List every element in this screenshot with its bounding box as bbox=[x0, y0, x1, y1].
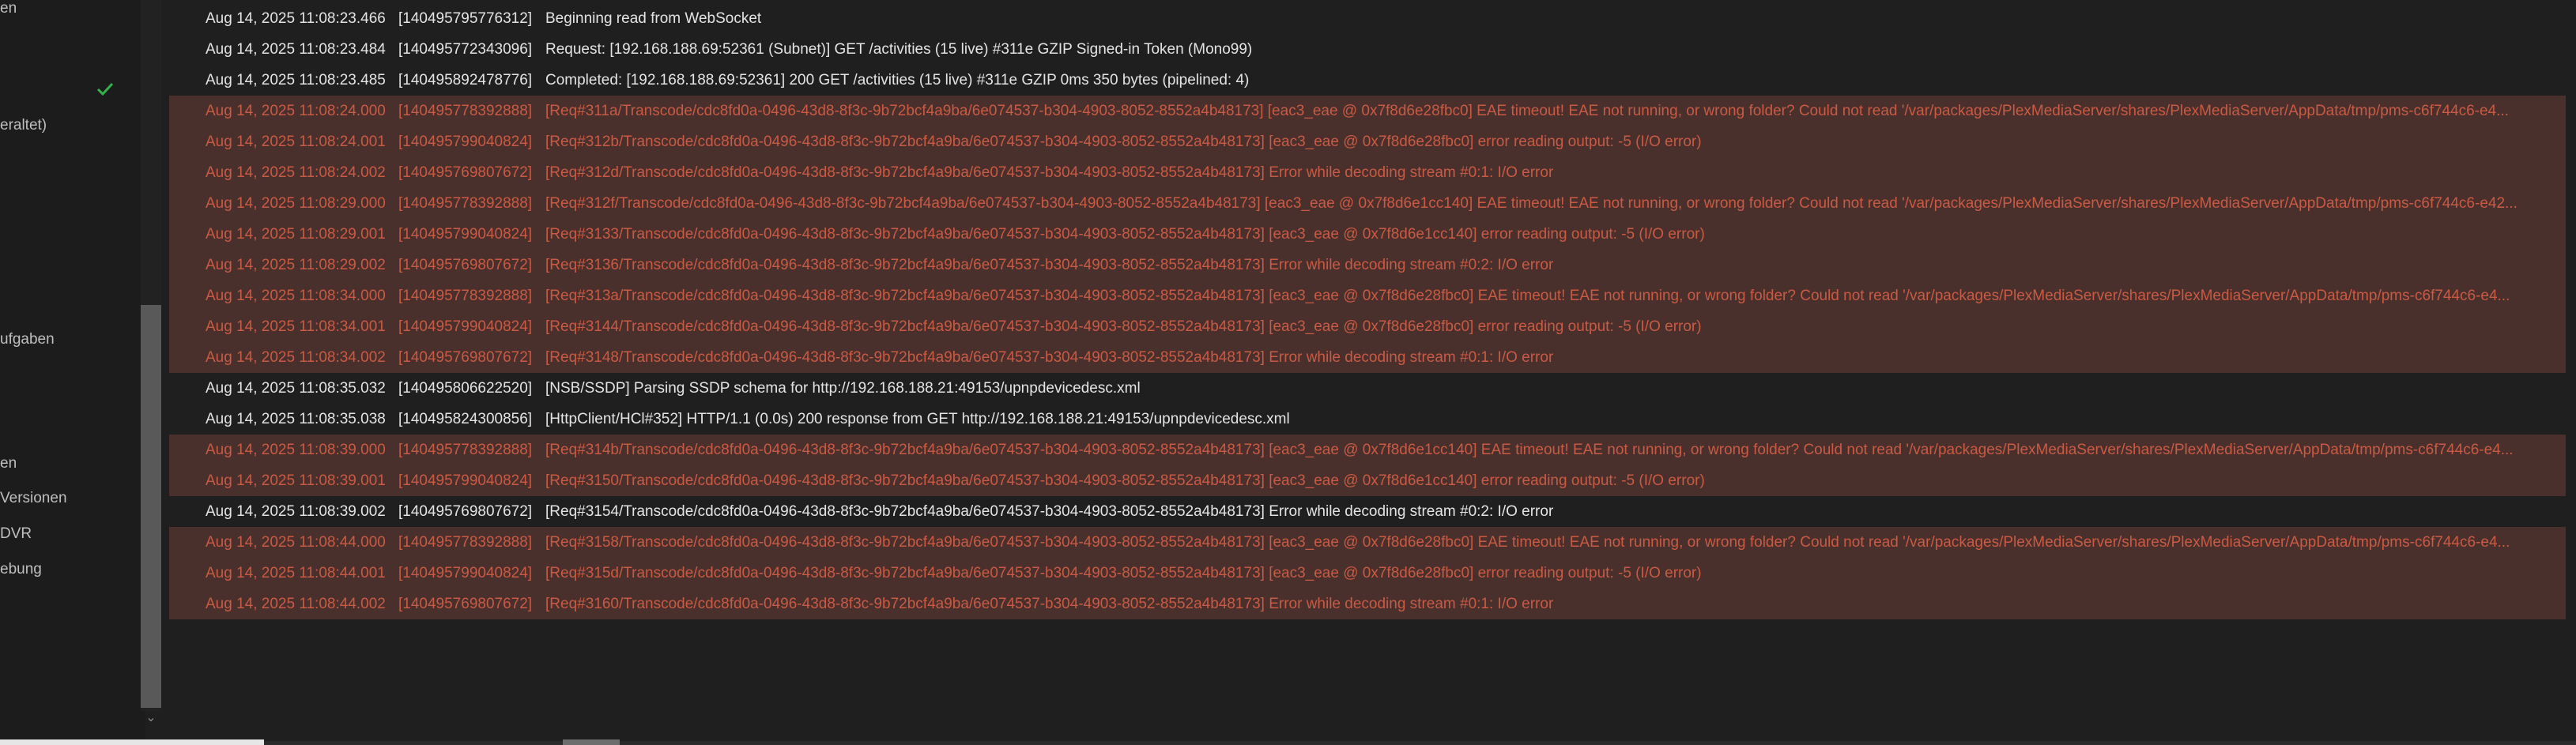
log-timestamp: Aug 14, 2025 11:08:39.000 bbox=[206, 442, 386, 458]
sidebar-item-4[interactable]: en bbox=[0, 455, 17, 472]
log-row[interactable]: Aug 14, 2025 11:08:39.002 [14049576980767… bbox=[169, 496, 2566, 527]
log-message: [Req#3133/Transcode/cdc8fd0a-0496-43d8-8… bbox=[545, 226, 1705, 243]
log-message: [Req#315d/Transcode/cdc8fd0a-0496-43d8-8… bbox=[545, 565, 1702, 581]
log-timestamp: Aug 14, 2025 11:08:23.485 bbox=[206, 72, 386, 88]
log-message: Request: [192.168.188.69:52361 (Subnet)]… bbox=[545, 41, 1253, 58]
scroll-down-chevron-icon[interactable]: ⌄ bbox=[142, 709, 160, 727]
sidebar-item-2[interactable]: eraltet) bbox=[0, 117, 47, 134]
sidebar: en eraltet) ufgaben en Versionen DVR ebu… bbox=[0, 0, 145, 745]
log-thread-id: [140495769807672] bbox=[398, 349, 533, 366]
log-row[interactable]: Aug 14, 2025 11:08:39.000 [14049577839288… bbox=[169, 435, 2566, 465]
log-message: [Req#314b/Transcode/cdc8fd0a-0496-43d8-8… bbox=[545, 442, 2514, 458]
sidebar-scrollbar-thumb[interactable] bbox=[141, 305, 161, 708]
log-timestamp: Aug 14, 2025 11:08:24.002 bbox=[206, 164, 386, 181]
log-message: [Req#312b/Transcode/cdc8fd0a-0496-43d8-8… bbox=[545, 134, 1702, 150]
log-row[interactable]: Aug 14, 2025 11:08:34.001 [14049579904082… bbox=[169, 311, 2566, 342]
sidebar-item-3[interactable]: ufgaben bbox=[0, 331, 55, 348]
log-thread-id: [140495799040824] bbox=[398, 472, 533, 489]
log-row[interactable]: Aug 14, 2025 11:08:44.002 [14049576980767… bbox=[169, 589, 2566, 619]
log-thread-id: [140495795776312] bbox=[398, 10, 533, 27]
log-message: [Req#3158/Transcode/cdc8fd0a-0496-43d8-8… bbox=[545, 534, 2510, 551]
log-row[interactable]: Aug 14, 2025 11:08:29.001 [14049579904082… bbox=[169, 219, 2566, 250]
log-row[interactable]: Aug 14, 2025 11:08:34.000 [14049577839288… bbox=[169, 280, 2566, 311]
log-timestamp: Aug 14, 2025 11:08:29.002 bbox=[206, 257, 386, 273]
log-thread-id: [140495799040824] bbox=[398, 318, 533, 335]
log-message: [Req#3160/Transcode/cdc8fd0a-0496-43d8-8… bbox=[545, 596, 1554, 612]
log-thread-id: [140495769807672] bbox=[398, 257, 533, 273]
log-message: [Req#3150/Transcode/cdc8fd0a-0496-43d8-8… bbox=[545, 472, 1705, 489]
log-row[interactable]: Aug 14, 2025 11:08:24.001 [14049579904082… bbox=[169, 126, 2566, 157]
log-timestamp: Aug 14, 2025 11:08:29.000 bbox=[206, 195, 386, 212]
log-row[interactable]: Aug 14, 2025 11:08:29.000 [14049577839288… bbox=[169, 188, 2566, 219]
log-message: [Req#312f/Transcode/cdc8fd0a-0496-43d8-8… bbox=[545, 195, 2518, 212]
log-timestamp: Aug 14, 2025 11:08:34.001 bbox=[206, 318, 386, 335]
sidebar-item-7[interactable]: ebung bbox=[0, 561, 42, 578]
horizontal-scrollbar-track[interactable] bbox=[0, 741, 2576, 745]
log-row[interactable]: Aug 14, 2025 11:08:34.002 [14049576980767… bbox=[169, 342, 2566, 373]
log-thread-id: [140495892478776] bbox=[398, 72, 533, 88]
log-row[interactable]: Aug 14, 2025 11:08:23.485 [14049589247877… bbox=[169, 65, 2566, 96]
log-message: [HttpClient/HCl#352] HTTP/1.1 (0.0s) 200… bbox=[545, 411, 1290, 427]
log-thread-id: [140495799040824] bbox=[398, 565, 533, 581]
log-timestamp: Aug 14, 2025 11:08:29.001 bbox=[206, 226, 386, 243]
sidebar-item-5[interactable]: Versionen bbox=[0, 490, 67, 507]
log-timestamp: Aug 14, 2025 11:08:24.001 bbox=[206, 134, 386, 150]
log-thread-id: [140495806622520] bbox=[398, 380, 533, 397]
log-message: [Req#313a/Transcode/cdc8fd0a-0496-43d8-8… bbox=[545, 288, 2510, 304]
log-thread-id: [140495799040824] bbox=[398, 134, 533, 150]
log-timestamp: Aug 14, 2025 11:08:44.002 bbox=[206, 596, 386, 612]
log-message: [Req#3154/Transcode/cdc8fd0a-0496-43d8-8… bbox=[545, 503, 1554, 520]
log-timestamp: Aug 14, 2025 11:08:23.466 bbox=[206, 10, 386, 27]
log-row[interactable]: Aug 14, 2025 11:08:35.032 [14049580662252… bbox=[169, 373, 2566, 404]
log-thread-id: [140495769807672] bbox=[398, 164, 533, 181]
log-timestamp: Aug 14, 2025 11:08:23.484 bbox=[206, 41, 386, 58]
log-thread-id: [140495778392888] bbox=[398, 195, 533, 212]
log-thread-id: [140495769807672] bbox=[398, 596, 533, 612]
log-row[interactable]: Aug 14, 2025 11:08:24.002 [14049576980767… bbox=[169, 157, 2566, 188]
log-timestamp: Aug 14, 2025 11:08:35.038 bbox=[206, 411, 386, 427]
horizontal-scrollbar-thumb[interactable] bbox=[563, 739, 620, 745]
log-thread-id: [140495778392888] bbox=[398, 442, 533, 458]
log-message: [Req#311a/Transcode/cdc8fd0a-0496-43d8-8… bbox=[545, 103, 2509, 119]
sidebar-item-6[interactable]: DVR bbox=[0, 525, 32, 543]
log-timestamp: Aug 14, 2025 11:08:35.032 bbox=[206, 380, 386, 397]
log-row[interactable]: Aug 14, 2025 11:08:24.000 [14049577839288… bbox=[169, 96, 2566, 126]
log-timestamp: Aug 14, 2025 11:08:34.002 bbox=[206, 349, 386, 366]
log-message: Completed: [192.168.188.69:52361] 200 GE… bbox=[545, 72, 1250, 88]
log-row[interactable]: Aug 14, 2025 11:08:23.466 [14049579577631… bbox=[169, 3, 2566, 34]
log-thread-id: [140495778392888] bbox=[398, 288, 533, 304]
bottom-bar-segment bbox=[0, 739, 264, 745]
log-thread-id: [140495778392888] bbox=[398, 534, 533, 551]
log-thread-id: [140495799040824] bbox=[398, 226, 533, 243]
log-thread-id: [140495778392888] bbox=[398, 103, 533, 119]
log-row[interactable]: Aug 14, 2025 11:08:35.038 [14049582430085… bbox=[169, 404, 2566, 435]
log-list: Aug 14, 2025 11:08:23.466 [14049579577631… bbox=[169, 3, 2566, 619]
log-message: [Req#3136/Transcode/cdc8fd0a-0496-43d8-8… bbox=[545, 257, 1554, 273]
log-row[interactable]: Aug 14, 2025 11:08:29.002 [14049576980767… bbox=[169, 250, 2566, 280]
log-thread-id: [140495824300856] bbox=[398, 411, 533, 427]
log-message: [Req#312d/Transcode/cdc8fd0a-0496-43d8-8… bbox=[545, 164, 1554, 181]
log-thread-id: [140495772343096] bbox=[398, 41, 533, 58]
log-message: [NSB/SSDP] Parsing SSDP schema for http:… bbox=[545, 380, 1141, 397]
log-timestamp: Aug 14, 2025 11:08:39.002 bbox=[206, 503, 386, 520]
log-message: Beginning read from WebSocket bbox=[545, 10, 762, 27]
log-timestamp: Aug 14, 2025 11:08:44.000 bbox=[206, 534, 386, 551]
sidebar-item-1[interactable]: en bbox=[0, 0, 17, 17]
log-timestamp: Aug 14, 2025 11:08:24.000 bbox=[206, 103, 386, 119]
log-timestamp: Aug 14, 2025 11:08:39.001 bbox=[206, 472, 386, 489]
log-row[interactable]: Aug 14, 2025 11:08:39.001 [14049579904082… bbox=[169, 465, 2566, 496]
log-row[interactable]: Aug 14, 2025 11:08:44.000 [14049577839288… bbox=[169, 527, 2566, 558]
log-message: [Req#3144/Transcode/cdc8fd0a-0496-43d8-8… bbox=[545, 318, 1702, 335]
log-row[interactable]: Aug 14, 2025 11:08:44.001 [14049579904082… bbox=[169, 558, 2566, 589]
log-row[interactable]: Aug 14, 2025 11:08:23.484 [14049577234309… bbox=[169, 34, 2566, 65]
log-thread-id: [140495769807672] bbox=[398, 503, 533, 520]
log-timestamp: Aug 14, 2025 11:08:44.001 bbox=[206, 565, 386, 581]
log-timestamp: Aug 14, 2025 11:08:34.000 bbox=[206, 288, 386, 304]
checkmark-icon bbox=[95, 79, 115, 100]
log-message: [Req#3148/Transcode/cdc8fd0a-0496-43d8-8… bbox=[545, 349, 1554, 366]
